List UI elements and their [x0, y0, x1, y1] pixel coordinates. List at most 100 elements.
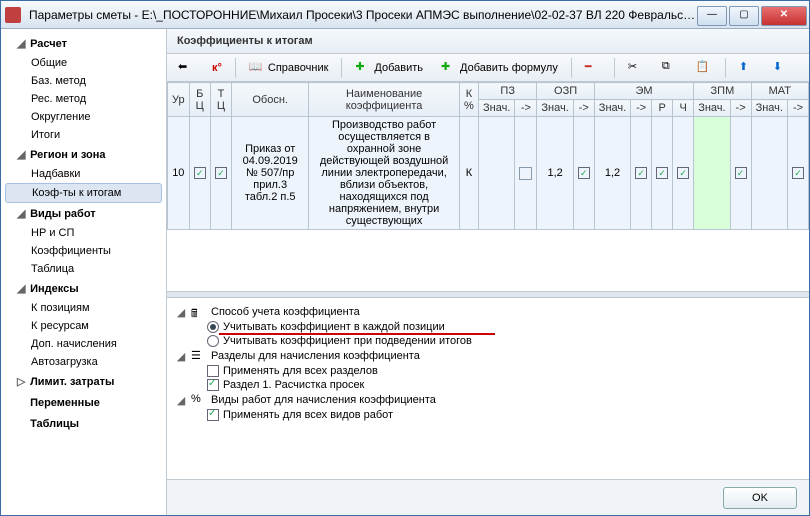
- detail-group-worktypes[interactable]: ◢ % Виды работ для начисления коэффициен…: [175, 392, 801, 408]
- cell-zpm-arr[interactable]: [730, 117, 751, 230]
- sidebar-group-indeksy[interactable]: ◢ Индексы: [1, 278, 166, 299]
- cell-zpm-val[interactable]: [694, 117, 730, 230]
- cell-mat-val[interactable]: [751, 117, 787, 230]
- col-em-arr[interactable]: ->: [631, 100, 652, 117]
- cell-ozp-arr[interactable]: [573, 117, 594, 230]
- sidebar-group-raschet[interactable]: ◢ Расчет: [1, 33, 166, 54]
- add-button[interactable]: ✚Добавить: [348, 57, 430, 79]
- checkbox-icon[interactable]: [578, 167, 590, 179]
- detail-check-all-sections[interactable]: Применять для всех разделов: [175, 364, 801, 378]
- sidebar-item-koef-k-itogam[interactable]: Коэф-ты к итогам: [5, 183, 162, 203]
- reference-button[interactable]: 📖Справочник: [242, 57, 336, 79]
- cell-k[interactable]: К: [459, 117, 478, 230]
- col-mat[interactable]: МАТ: [751, 83, 808, 100]
- col-pz[interactable]: ПЗ: [479, 83, 537, 100]
- detail-check-all-worktypes[interactable]: Применять для всех видов работ: [175, 408, 801, 422]
- col-em-val[interactable]: Знач.: [594, 100, 630, 117]
- cell-basis[interactable]: Приказ от 04.09.2019 № 507/пр прил.3 таб…: [232, 117, 309, 230]
- sidebar-item-okruglenie[interactable]: Округление: [1, 108, 166, 126]
- checkbox-icon[interactable]: [635, 167, 647, 179]
- col-ozp-arr[interactable]: ->: [573, 100, 594, 117]
- checkbox-icon[interactable]: [735, 167, 747, 179]
- twisty-icon[interactable]: ◢: [175, 394, 187, 407]
- checkbox-icon[interactable]: [215, 167, 227, 179]
- cell-name[interactable]: Производство работ осуществляется в охра…: [309, 117, 460, 230]
- detail-group-method[interactable]: ◢ 🖩 Способ учета коэффициента: [175, 304, 801, 320]
- col-em-r[interactable]: Р: [652, 100, 673, 117]
- cell-ur[interactable]: 10: [168, 117, 190, 230]
- twisty-icon[interactable]: ◢: [175, 350, 187, 363]
- col-mat-val[interactable]: Знач.: [751, 100, 787, 117]
- col-mat-arr[interactable]: ->: [787, 100, 808, 117]
- checkbox-icon[interactable]: [194, 167, 206, 179]
- sidebar-item-k-poziciyam[interactable]: К позициям: [1, 299, 166, 317]
- checkbox-icon[interactable]: [792, 167, 804, 179]
- col-pz-arr[interactable]: ->: [515, 100, 537, 117]
- col-pz-val[interactable]: Знач.: [479, 100, 515, 117]
- delete-button[interactable]: ━: [578, 57, 608, 79]
- move-up-button[interactable]: ⬆: [732, 57, 762, 79]
- k-button[interactable]: к°: [205, 59, 229, 77]
- checkbox-icon[interactable]: [519, 167, 532, 180]
- sidebar-item-nr-sp[interactable]: НР и СП: [1, 224, 166, 242]
- col-ozp[interactable]: ОЗП: [537, 83, 594, 100]
- sidebar-group-peremennye[interactable]: ▷ Переменные: [1, 392, 166, 413]
- ok-button[interactable]: OK: [723, 487, 797, 509]
- back-button[interactable]: ⬅: [171, 57, 201, 79]
- col-zpm-arr[interactable]: ->: [730, 100, 751, 117]
- col-k[interactable]: К %: [459, 83, 478, 117]
- cell-ozp-val[interactable]: 1,2: [537, 117, 573, 230]
- col-bc[interactable]: Б Ц: [189, 83, 210, 117]
- col-em[interactable]: ЭМ: [594, 83, 693, 100]
- cell-pz-arr[interactable]: [515, 117, 537, 230]
- cell-em-arr[interactable]: [631, 117, 652, 230]
- col-tc[interactable]: Т Ц: [210, 83, 231, 117]
- sidebar-group-limit[interactable]: ▷ Лимит. затраты: [1, 371, 166, 392]
- detail-group-sections[interactable]: ◢ ☰ Разделы для начисления коэффициента: [175, 348, 801, 364]
- cell-em-r[interactable]: [652, 117, 673, 230]
- col-ozp-val[interactable]: Знач.: [537, 100, 573, 117]
- table-row[interactable]: 10 Приказ от 04.09.2019 № 507/пр прил.3 …: [168, 117, 809, 230]
- checkbox-icon[interactable]: [207, 365, 219, 377]
- sidebar-group-tablicy[interactable]: ▷ Таблицы: [1, 413, 166, 434]
- copy-button[interactable]: ⧉: [655, 57, 685, 79]
- cell-em-ch[interactable]: [673, 117, 694, 230]
- move-down-button[interactable]: ⬇: [766, 57, 796, 79]
- checkbox-icon[interactable]: [207, 409, 219, 421]
- col-ur[interactable]: Ур: [168, 83, 190, 117]
- sidebar-item-itogi[interactable]: Итоги: [1, 126, 166, 144]
- sidebar-item-res-metod[interactable]: Рес. метод: [1, 90, 166, 108]
- cell-tc[interactable]: [210, 117, 231, 230]
- sidebar-item-tablica[interactable]: Таблица: [1, 260, 166, 278]
- sidebar-item-baz-metod[interactable]: Баз. метод: [1, 72, 166, 90]
- cell-mat-arr[interactable]: [787, 117, 808, 230]
- minimize-button[interactable]: —: [697, 6, 727, 26]
- sidebar-group-region[interactable]: ◢ Регион и зона: [1, 144, 166, 165]
- paste-button[interactable]: 📋: [689, 57, 719, 79]
- sidebar-item-koefficienty[interactable]: Коэффициенты: [1, 242, 166, 260]
- radio-icon[interactable]: [207, 321, 219, 333]
- cell-bc[interactable]: [189, 117, 210, 230]
- sidebar-item-obschie[interactable]: Общие: [1, 54, 166, 72]
- twisty-icon[interactable]: ◢: [175, 306, 187, 319]
- detail-check-section1[interactable]: Раздел 1. Расчистка просек: [175, 378, 801, 392]
- checkbox-icon[interactable]: [656, 167, 668, 179]
- close-button[interactable]: ✕: [761, 6, 807, 26]
- col-name[interactable]: Наименование коэффициента: [309, 83, 460, 117]
- sidebar-item-k-resursam[interactable]: К ресурсам: [1, 317, 166, 335]
- cell-pz-val[interactable]: [479, 117, 515, 230]
- detail-option-per-position[interactable]: Учитывать коэффициент в каждой позиции: [175, 320, 801, 334]
- add-formula-button[interactable]: ✚Добавить формулу: [434, 57, 565, 79]
- sidebar-item-avtozagruzka[interactable]: Автозагрузка: [1, 353, 166, 371]
- checkbox-icon[interactable]: [677, 167, 689, 179]
- radio-icon[interactable]: [207, 335, 219, 347]
- cell-em-val[interactable]: 1,2: [594, 117, 630, 230]
- maximize-button[interactable]: ▢: [729, 6, 759, 26]
- col-basis[interactable]: Обосн.: [232, 83, 309, 117]
- cut-button[interactable]: ✂: [621, 57, 651, 79]
- detail-option-at-totals[interactable]: Учитывать коэффициент при подведении ито…: [175, 334, 801, 348]
- sidebar-group-vidy-rabot[interactable]: ◢ Виды работ: [1, 203, 166, 224]
- col-zpm[interactable]: ЗПМ: [694, 83, 751, 100]
- col-em-ch[interactable]: Ч: [673, 100, 694, 117]
- sidebar-item-nadbavki[interactable]: Надбавки: [1, 165, 166, 183]
